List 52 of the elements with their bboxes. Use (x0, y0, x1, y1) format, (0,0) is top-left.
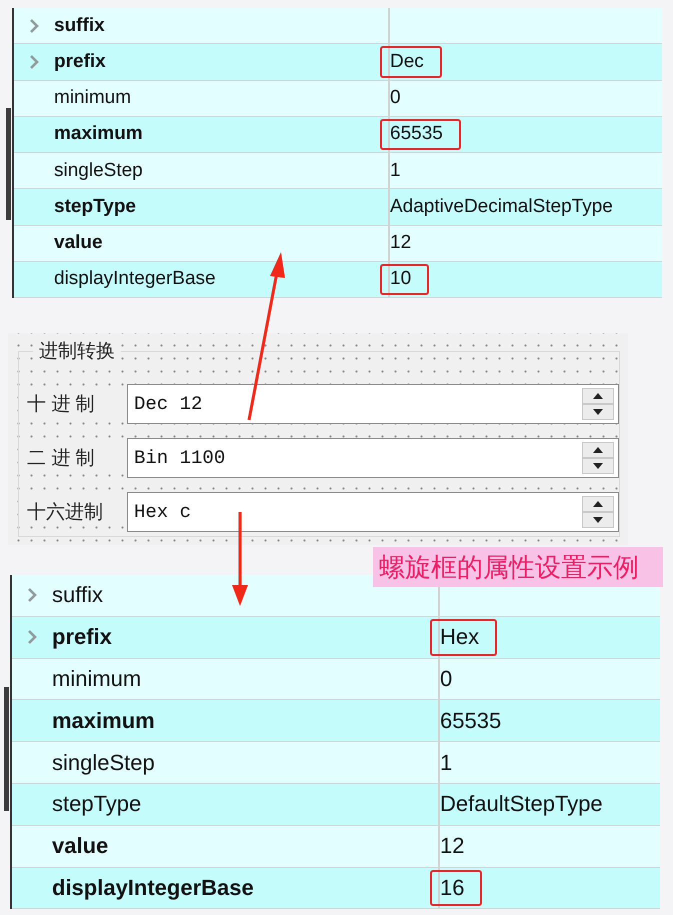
property-name: displayIntegerBase (54, 268, 216, 290)
property-value[interactable]: 0 (430, 660, 470, 698)
spin-up-button[interactable] (582, 388, 614, 404)
property-value[interactable]: 16 (430, 870, 482, 906)
property-value[interactable]: 10 (380, 264, 430, 295)
property-name: singleStep (52, 750, 155, 776)
spin-down-button[interactable] (582, 458, 614, 474)
property-value[interactable]: DefaultStepType (430, 786, 621, 823)
spin-box[interactable]: Bin 1100 (127, 438, 619, 478)
property-name: stepType (54, 196, 136, 218)
property-name: displayIntegerBase (52, 874, 254, 901)
property-name: maximum (52, 708, 155, 734)
property-name: value (54, 232, 103, 254)
property-value[interactable]: 12 (430, 828, 482, 865)
property-value[interactable]: 65535 (380, 118, 461, 150)
property-name: suffix (52, 582, 103, 608)
property-name: value (52, 833, 108, 860)
property-value[interactable]: Dec (380, 46, 442, 78)
spin-box[interactable]: Dec 12 (127, 384, 619, 424)
property-name: singleStep (54, 160, 143, 182)
up-arrow-icon (593, 393, 603, 399)
property-name: maximum (54, 123, 143, 146)
property-value[interactable]: 0 (380, 82, 419, 114)
down-arrow-icon (593, 517, 603, 523)
property-value[interactable]: AdaptiveDecimalStepType (380, 191, 631, 222)
chevron-icon[interactable] (27, 629, 37, 646)
property-value[interactable]: 1 (380, 155, 419, 186)
scroll-thumb[interactable] (4, 687, 9, 811)
property-value[interactable]: 12 (380, 228, 430, 259)
property-name: minimum (54, 87, 132, 110)
scroll-thumb[interactable] (6, 108, 11, 220)
property-name: suffix (54, 14, 105, 37)
down-arrow-icon (593, 409, 603, 415)
property-name: minimum (52, 666, 142, 692)
property-name: stepType (52, 791, 142, 818)
property-name: prefix (52, 624, 112, 650)
property-value[interactable]: 1 (430, 744, 470, 781)
property-name: prefix (54, 50, 106, 73)
caption: 螺旋框的属性设置示例 (373, 547, 663, 587)
spin-up-button[interactable] (582, 496, 614, 512)
spin-down-button[interactable] (582, 512, 614, 528)
spin-down-button[interactable] (582, 404, 614, 420)
chevron-icon[interactable] (29, 54, 39, 70)
spin-box[interactable]: Hex c (127, 492, 619, 532)
chevron-icon[interactable] (27, 587, 37, 604)
property-value[interactable]: 65535 (430, 702, 520, 740)
down-arrow-icon (593, 463, 603, 469)
up-arrow-icon (593, 501, 603, 507)
property-value[interactable]: Hex (430, 618, 498, 656)
spin-up-button[interactable] (582, 442, 614, 458)
up-arrow-icon (593, 447, 603, 453)
chevron-icon[interactable] (29, 18, 39, 34)
